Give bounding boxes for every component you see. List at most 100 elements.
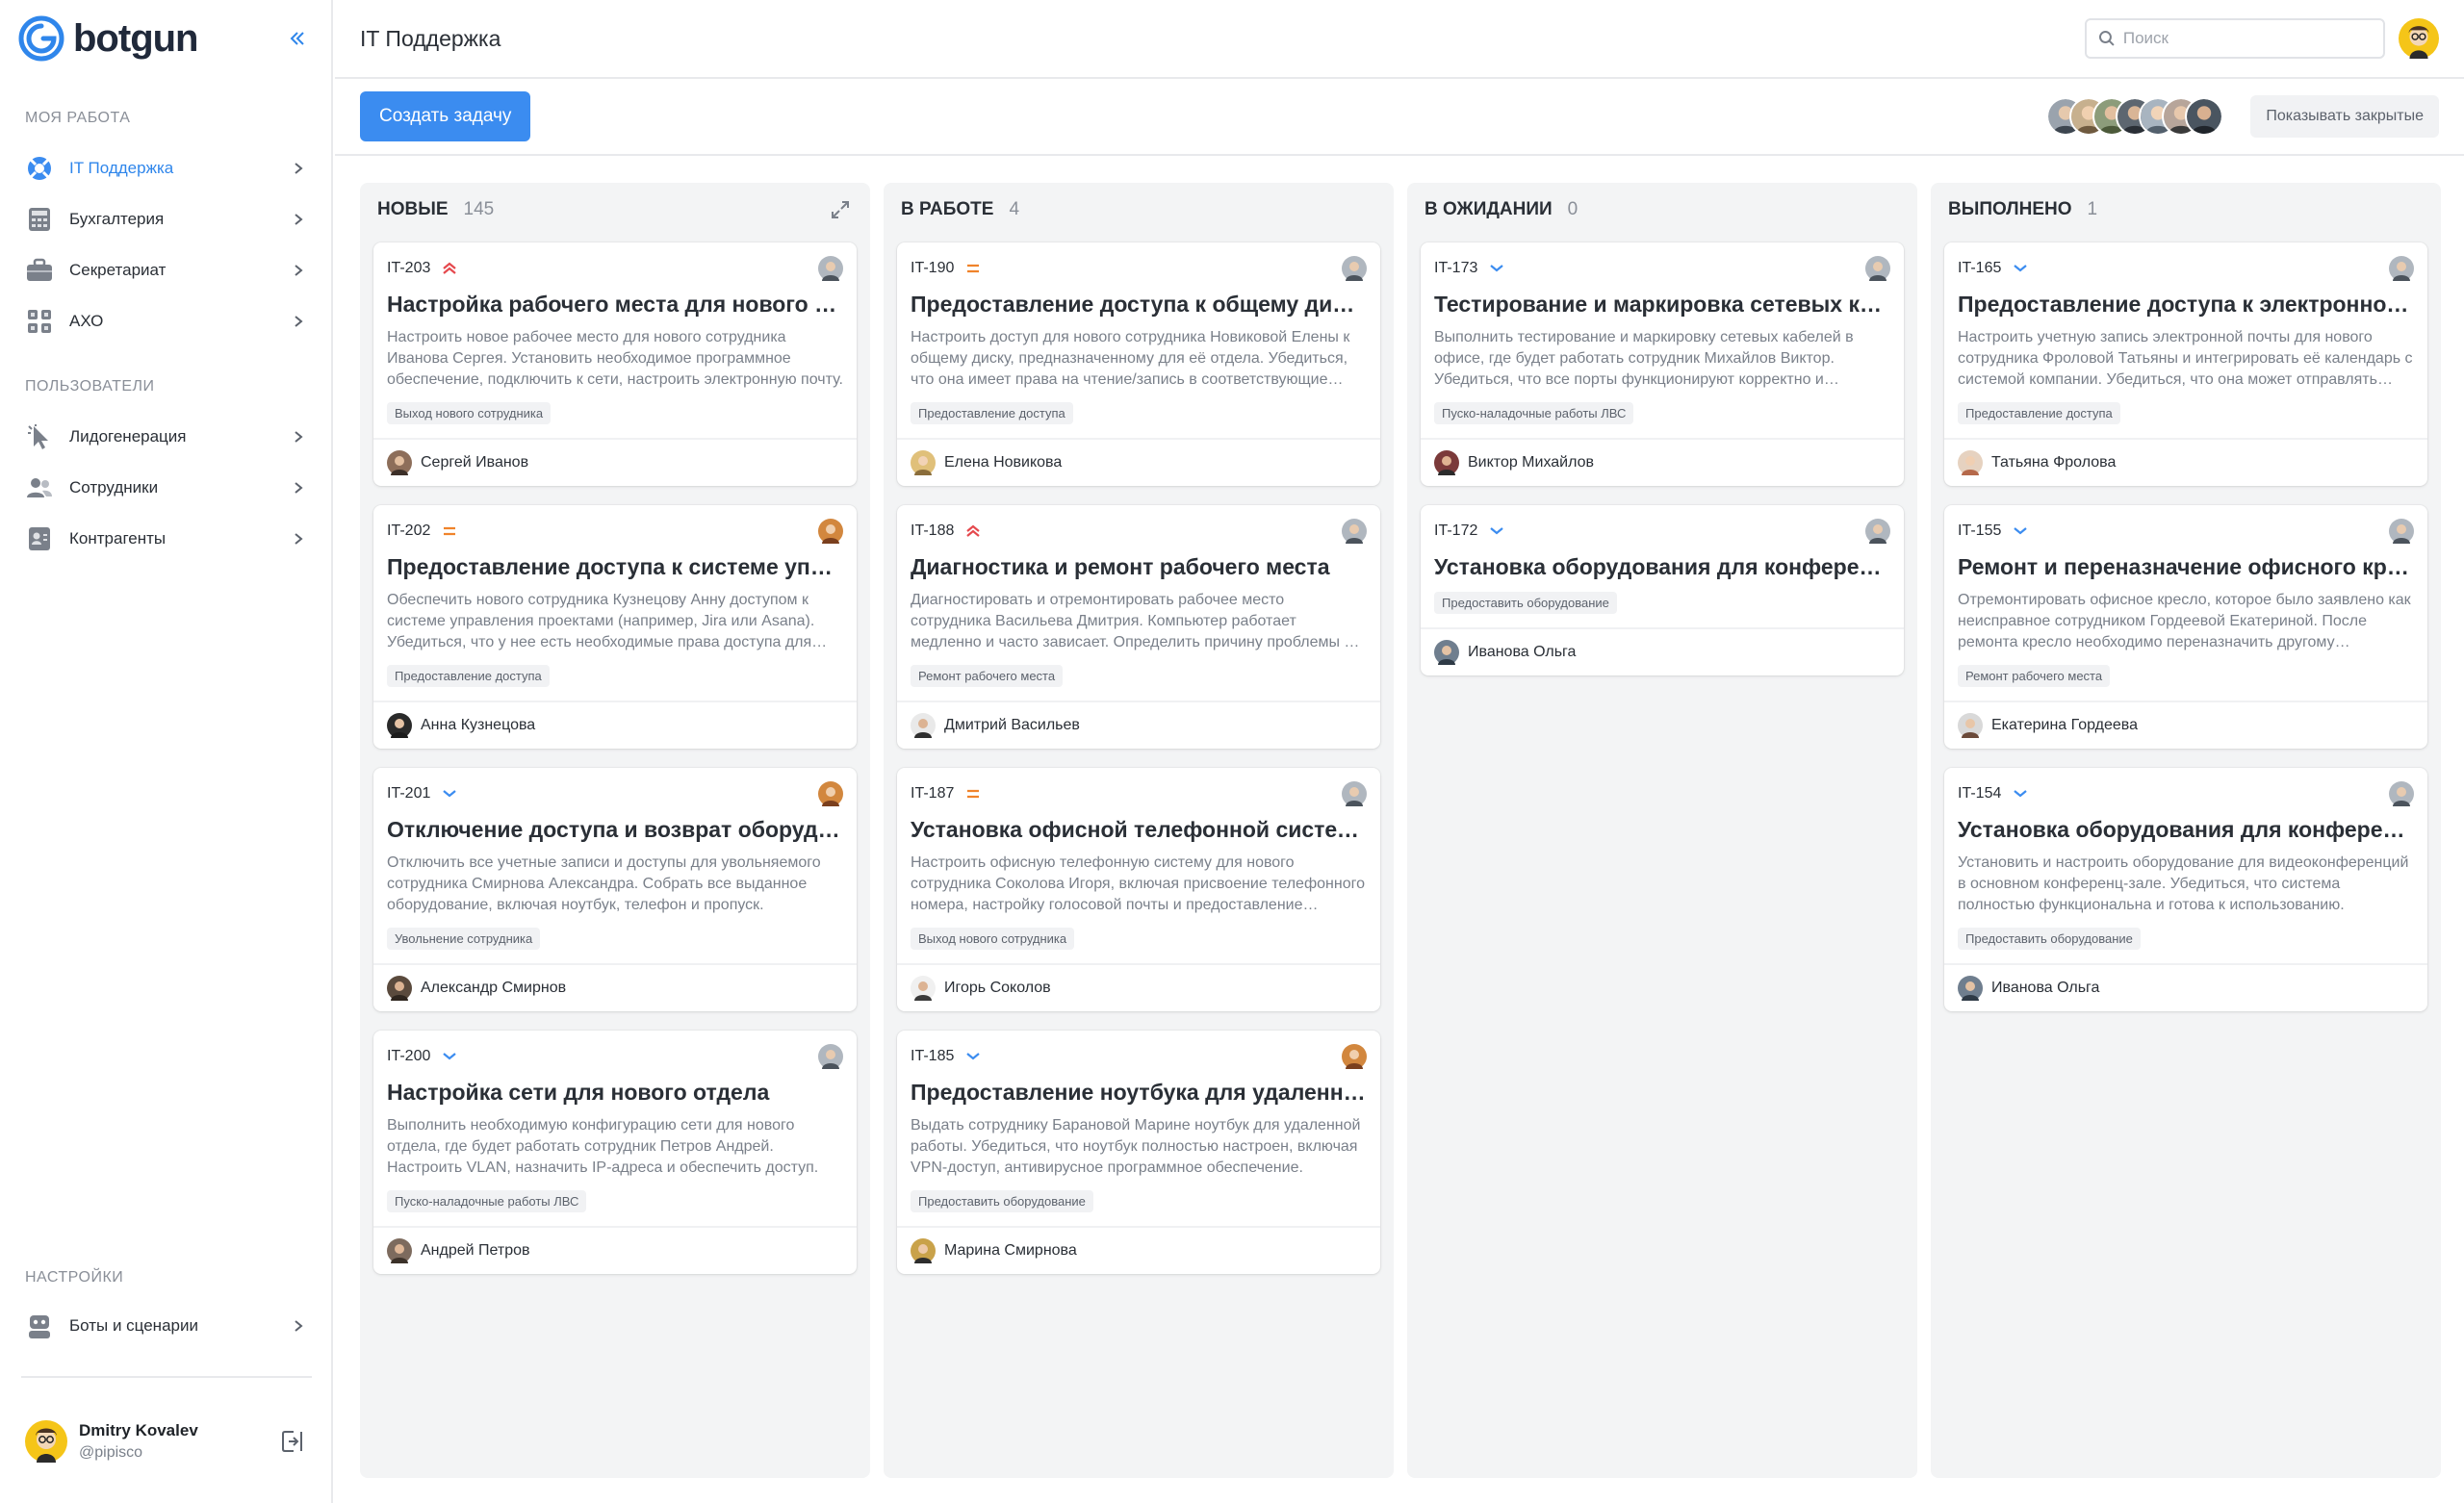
task-id: IT-187 (911, 785, 955, 802)
column-new: Новые 145 IT-203 Настройка рабочего мест… (360, 183, 870, 1478)
assignee-avatar[interactable] (818, 1044, 843, 1069)
logout-button[interactable] (277, 1426, 308, 1457)
search-box[interactable] (2085, 18, 2385, 59)
task-tag: Предоставить оборудование (1958, 928, 2141, 950)
assignee-name: Иванова Ольга (1991, 980, 2100, 996)
team-avatars[interactable] (2046, 97, 2224, 136)
assignee-avatar[interactable] (1342, 519, 1367, 544)
column-in-progress: В работе 4 IT-190 Предоставление доступа… (884, 183, 1394, 1478)
expand-column-button[interactable] (828, 197, 853, 222)
task-title: Предоставление доступа к системе управле… (387, 554, 843, 579)
task-description: Настроить новое рабочее место для нового… (387, 329, 843, 388)
page-title: IT Поддержка (360, 25, 501, 51)
assignee-name: Дмитрий Васильев (944, 717, 1080, 733)
assignee-avatar[interactable] (818, 781, 843, 806)
task-id: IT-202 (387, 522, 431, 539)
briefcase-icon (25, 256, 54, 285)
chevron-right-icon (289, 529, 308, 548)
team-avatar[interactable] (2185, 97, 2224, 136)
priority-low-icon (1487, 259, 1506, 278)
sidebar-item-axo[interactable]: АХО (25, 302, 308, 341)
task-title: Настройка рабочего места для нового сотр… (387, 292, 843, 317)
task-footer: Анна Кузнецова (373, 701, 857, 749)
column-header: Выполнено 1 (1931, 183, 2441, 237)
section-title-settings: Настройки (25, 1269, 124, 1286)
search-input[interactable] (2122, 29, 2372, 48)
task-title: Установка оборудования для конференц-зал… (1958, 817, 2414, 842)
task-card[interactable]: IT-154 Установка оборудования для конфер… (1944, 768, 2427, 1011)
assignee-avatar[interactable] (1865, 519, 1890, 544)
column-waiting: В ожидании 0 IT-173 Тестирование и марки… (1407, 183, 1917, 1478)
assignee-name: Татьяна Фролова (1991, 454, 2117, 471)
task-card[interactable]: IT-185 Предоставление ноутбука для удале… (897, 1031, 1380, 1274)
assignee-avatar[interactable] (1342, 781, 1367, 806)
task-card[interactable]: IT-173 Тестирование и маркировка сетевых… (1421, 242, 1904, 486)
assignee-avatar (1958, 450, 1983, 475)
task-card[interactable]: IT-165 Предоставление доступа к электрон… (1944, 242, 2427, 486)
user-avatar[interactable] (25, 1420, 67, 1463)
botgun-logo-icon (18, 15, 64, 62)
task-id: IT-185 (911, 1048, 955, 1064)
task-card[interactable]: IT-200 Настройка сети для нового отдела … (373, 1031, 857, 1274)
task-card[interactable]: IT-187 Установка офисной телефонной сист… (897, 768, 1380, 1011)
column-count: 1 (2087, 199, 2098, 219)
task-card[interactable]: IT-188 Диагностика и ремонт рабочего мес… (897, 505, 1380, 749)
calculator-icon (25, 205, 54, 234)
task-tag: Предоставление доступа (1958, 402, 2120, 424)
create-task-button[interactable]: Создать задачу (360, 91, 531, 141)
collapse-sidebar-button[interactable] (281, 22, 314, 55)
task-card[interactable]: IT-172 Установка оборудования для конфер… (1421, 505, 1904, 675)
task-footer: Марина Смирнова (897, 1226, 1380, 1274)
column-count: 4 (1009, 199, 1020, 219)
assignee-avatar (1958, 713, 1983, 738)
task-title: Установка оборудования для конференц-зал… (1434, 554, 1890, 579)
task-footer: Виктор Михайлов (1421, 438, 1904, 486)
task-card[interactable]: IT-202 Предоставление доступа к системе … (373, 505, 857, 749)
sidebar-item-accounting[interactable]: Бухгалтерия (25, 200, 308, 239)
assignee-avatar (911, 450, 936, 475)
task-card[interactable]: IT-203 Настройка рабочего места для ново… (373, 242, 857, 486)
sidebar-item-bots[interactable]: Боты и сценарии (25, 1307, 308, 1345)
assignee-name: Иванова Ольга (1468, 644, 1577, 660)
assignee-avatar[interactable] (2389, 256, 2414, 281)
sidebar-item-label: Сотрудники (69, 478, 159, 497)
show-closed-button[interactable]: Показывать закрытые (2250, 95, 2439, 138)
sidebar-item-secretariat[interactable]: Секретариат (25, 251, 308, 290)
task-description: Выполнить тестирование и маркировку сете… (1434, 329, 1854, 388)
assignee-avatar[interactable] (1342, 1044, 1367, 1069)
furniture-icon (25, 307, 54, 336)
assignee-avatar[interactable] (1865, 256, 1890, 281)
task-card[interactable]: IT-155 Ремонт и переназначение офисного … (1944, 505, 2427, 749)
task-title: Установка офисной телефонной системы для… (911, 817, 1367, 842)
assignee-avatar[interactable] (1342, 256, 1367, 281)
column-header: Новые 145 (360, 183, 870, 237)
priority-medium-icon (963, 784, 983, 803)
task-description: Настроить учетную запись электронной поч… (1958, 329, 2413, 388)
user-name: Dmitry Kovalev (79, 1421, 198, 1439)
sidebar-item-contractors[interactable]: Контрагенты (25, 520, 308, 558)
chevron-right-icon (289, 159, 308, 178)
task-tag: Выход нового сотрудника (911, 928, 1075, 950)
expand-icon (832, 201, 849, 218)
column-count: 0 (1567, 199, 1578, 219)
task-card[interactable]: IT-190 Предоставление доступа к общему д… (897, 242, 1380, 486)
assignee-avatar[interactable] (2389, 781, 2414, 806)
assignee-avatar[interactable] (2389, 519, 2414, 544)
sidebar: botgun Моя работа IT Поддержка Бухгалтер… (0, 0, 333, 1503)
sidebar-item-leadgen[interactable]: Лидогенерация (25, 418, 308, 456)
priority-low-icon (440, 1047, 459, 1066)
logo[interactable]: botgun (17, 14, 198, 63)
sidebar-item-employees[interactable]: Сотрудники (25, 469, 308, 507)
sidebar-item-it-support[interactable]: IT Поддержка (25, 149, 308, 188)
robot-icon (25, 1312, 54, 1340)
sidebar-item-label: Бухгалтерия (69, 210, 165, 228)
assignee-avatar[interactable] (818, 519, 843, 544)
assignee-name: Игорь Соколов (944, 980, 1051, 996)
task-description: Установить и настроить оборудование для … (1958, 854, 2409, 913)
task-footer: Игорь Соколов (897, 963, 1380, 1011)
header-user-avatar[interactable] (2399, 18, 2439, 59)
assignee-avatar[interactable] (818, 256, 843, 281)
task-card[interactable]: IT-201 Отключение доступа и возврат обор… (373, 768, 857, 1011)
sidebar-divider (21, 1376, 312, 1378)
chevron-right-icon (289, 312, 308, 331)
